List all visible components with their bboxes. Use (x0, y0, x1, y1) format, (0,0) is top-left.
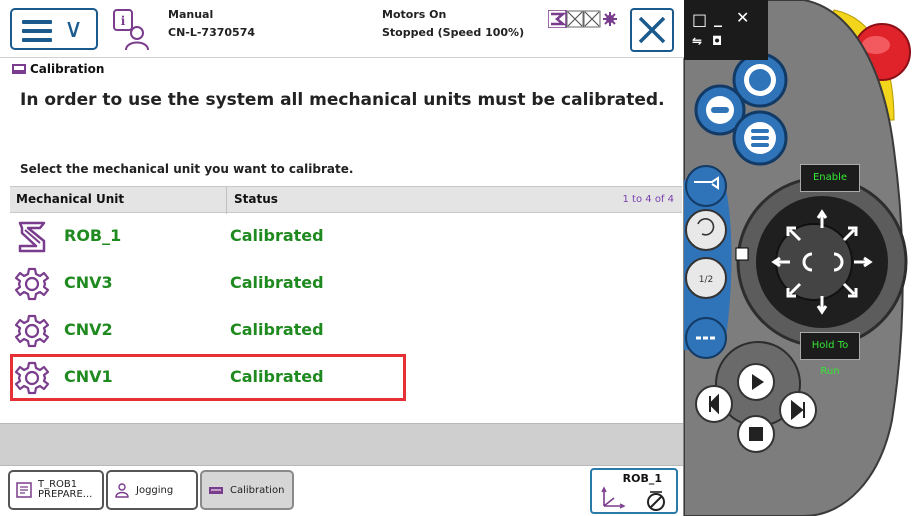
robot-selector-label: ROB_1 (622, 472, 662, 485)
mechanical-unit-table: Mechanical Unit Status 1 to 4 of 4 ROB_1… (10, 186, 682, 401)
operating-mode: Manual (168, 8, 214, 21)
motors-state: Motors On (382, 8, 447, 21)
window-controls: □ _ ✕ ⇋ ◘ (684, 0, 768, 60)
unit-name: CNV2 (64, 320, 113, 339)
table-row[interactable]: ROB_1 Calibrated (10, 213, 682, 260)
column-divider (226, 187, 227, 214)
task-calibration[interactable]: Calibration (200, 470, 294, 510)
operator-window-icon[interactable]: i (110, 8, 150, 52)
maximize-icon[interactable]: □ (692, 10, 707, 29)
mechanical-unit-selector[interactable]: ROB_1 (590, 468, 678, 514)
row-count: 1 to 4 of 4 (622, 194, 674, 205)
main-menu-button[interactable]: ∨ (10, 8, 98, 50)
gear-icon (14, 267, 50, 301)
column-header-unit[interactable]: Mechanical Unit (16, 192, 124, 206)
task-jogging[interactable]: Jogging (106, 470, 198, 510)
unit-status: Calibrated (230, 320, 324, 339)
enable-button[interactable]: Enable (800, 164, 860, 192)
jogging-icon (115, 483, 129, 498)
program-state: Stopped (Speed 100%) (382, 26, 525, 39)
joystick[interactable] (736, 176, 908, 348)
pendant-body-illustration: 1/2 (684, 0, 911, 516)
command-bar (0, 423, 683, 466)
breadcrumb-title: Calibration (30, 62, 105, 76)
mechanical-unit-key[interactable] (685, 165, 727, 207)
page-headline: In order to use the system all mechanica… (20, 90, 665, 110)
unit-name: ROB_1 (64, 226, 122, 245)
table-row-selected[interactable]: CNV1 Calibrated (10, 354, 406, 401)
system-name: CN-L-7370574 (168, 26, 255, 39)
status-mode-block: Manual CN-L-7370574 (168, 6, 255, 42)
instruction-text: Select the mechanical unit you want to c… (20, 162, 354, 176)
unit-status: Calibrated (230, 226, 324, 245)
svg-text:i: i (121, 14, 126, 28)
chevron-down-icon: ∨ (64, 14, 84, 44)
table-row[interactable]: CNV2 Calibrated (10, 307, 682, 354)
unit-status: Calibrated (230, 367, 324, 386)
task-jogging-label: Jogging (136, 484, 174, 496)
camera-icon[interactable]: ◘ (712, 34, 722, 48)
unit-name: CNV1 (64, 367, 113, 386)
svg-text:1/2: 1/2 (699, 275, 713, 285)
unassigned-key[interactable] (685, 317, 727, 359)
gear-icon (14, 314, 50, 348)
status-controller-block: Motors On Stopped (Speed 100%) (382, 6, 524, 42)
breadcrumb: Calibration (12, 58, 104, 80)
close-icon[interactable]: ✕ (736, 8, 749, 27)
close-view-button[interactable] (630, 8, 674, 52)
close-x-icon (566, 10, 584, 28)
close-x-icon-2 (583, 10, 601, 28)
table-header: Mechanical Unit Status 1 to 4 of 4 (10, 186, 682, 214)
task-rapid-program[interactable]: T_ROB1 PREPARE... (8, 470, 104, 510)
task-calibration-label: Calibration (230, 484, 285, 496)
robot-icon (18, 221, 46, 253)
increment-key[interactable]: 1/2 (685, 257, 727, 299)
tool-icon (647, 491, 665, 511)
task-rapid-label: T_ROB1 PREPARE... (38, 480, 92, 500)
unit-name: CNV3 (64, 273, 113, 292)
table-row[interactable]: CNV3 Calibrated (10, 260, 682, 307)
minimize-icon[interactable]: _ (714, 8, 722, 27)
close-icon (638, 16, 666, 44)
robot-status-icon (548, 10, 567, 28)
flexpendant-hardware: 1/2 □ _ ✕ ⇋ ◘ Enable Hold To Run (684, 0, 918, 516)
status-icons[interactable] (548, 10, 622, 28)
program-icon (16, 482, 32, 498)
hold-to-run-button[interactable]: Hold To Run (800, 332, 860, 377)
gear-icon (14, 361, 50, 395)
task-module: PREPARE... (38, 489, 93, 500)
coordinate-axes-icon (601, 486, 626, 509)
calibration-icon (209, 487, 223, 494)
gear-status-icon (603, 12, 617, 26)
top-status-bar: ∨ i Manual CN-L-7370574 Motors On Stoppe… (0, 0, 684, 58)
column-header-status[interactable]: Status (234, 192, 278, 206)
hamburger-icon (22, 20, 52, 42)
unit-status: Calibrated (230, 273, 324, 292)
flexpendant-screen: ∨ i Manual CN-L-7370574 Motors On Stoppe… (0, 0, 684, 516)
taskbar: T_ROB1 PREPARE... Jogging Calibration RO… (0, 466, 683, 516)
motion-mode-key[interactable] (685, 209, 727, 251)
calibration-icon (12, 64, 26, 74)
swap-icon[interactable]: ⇋ (692, 34, 702, 48)
